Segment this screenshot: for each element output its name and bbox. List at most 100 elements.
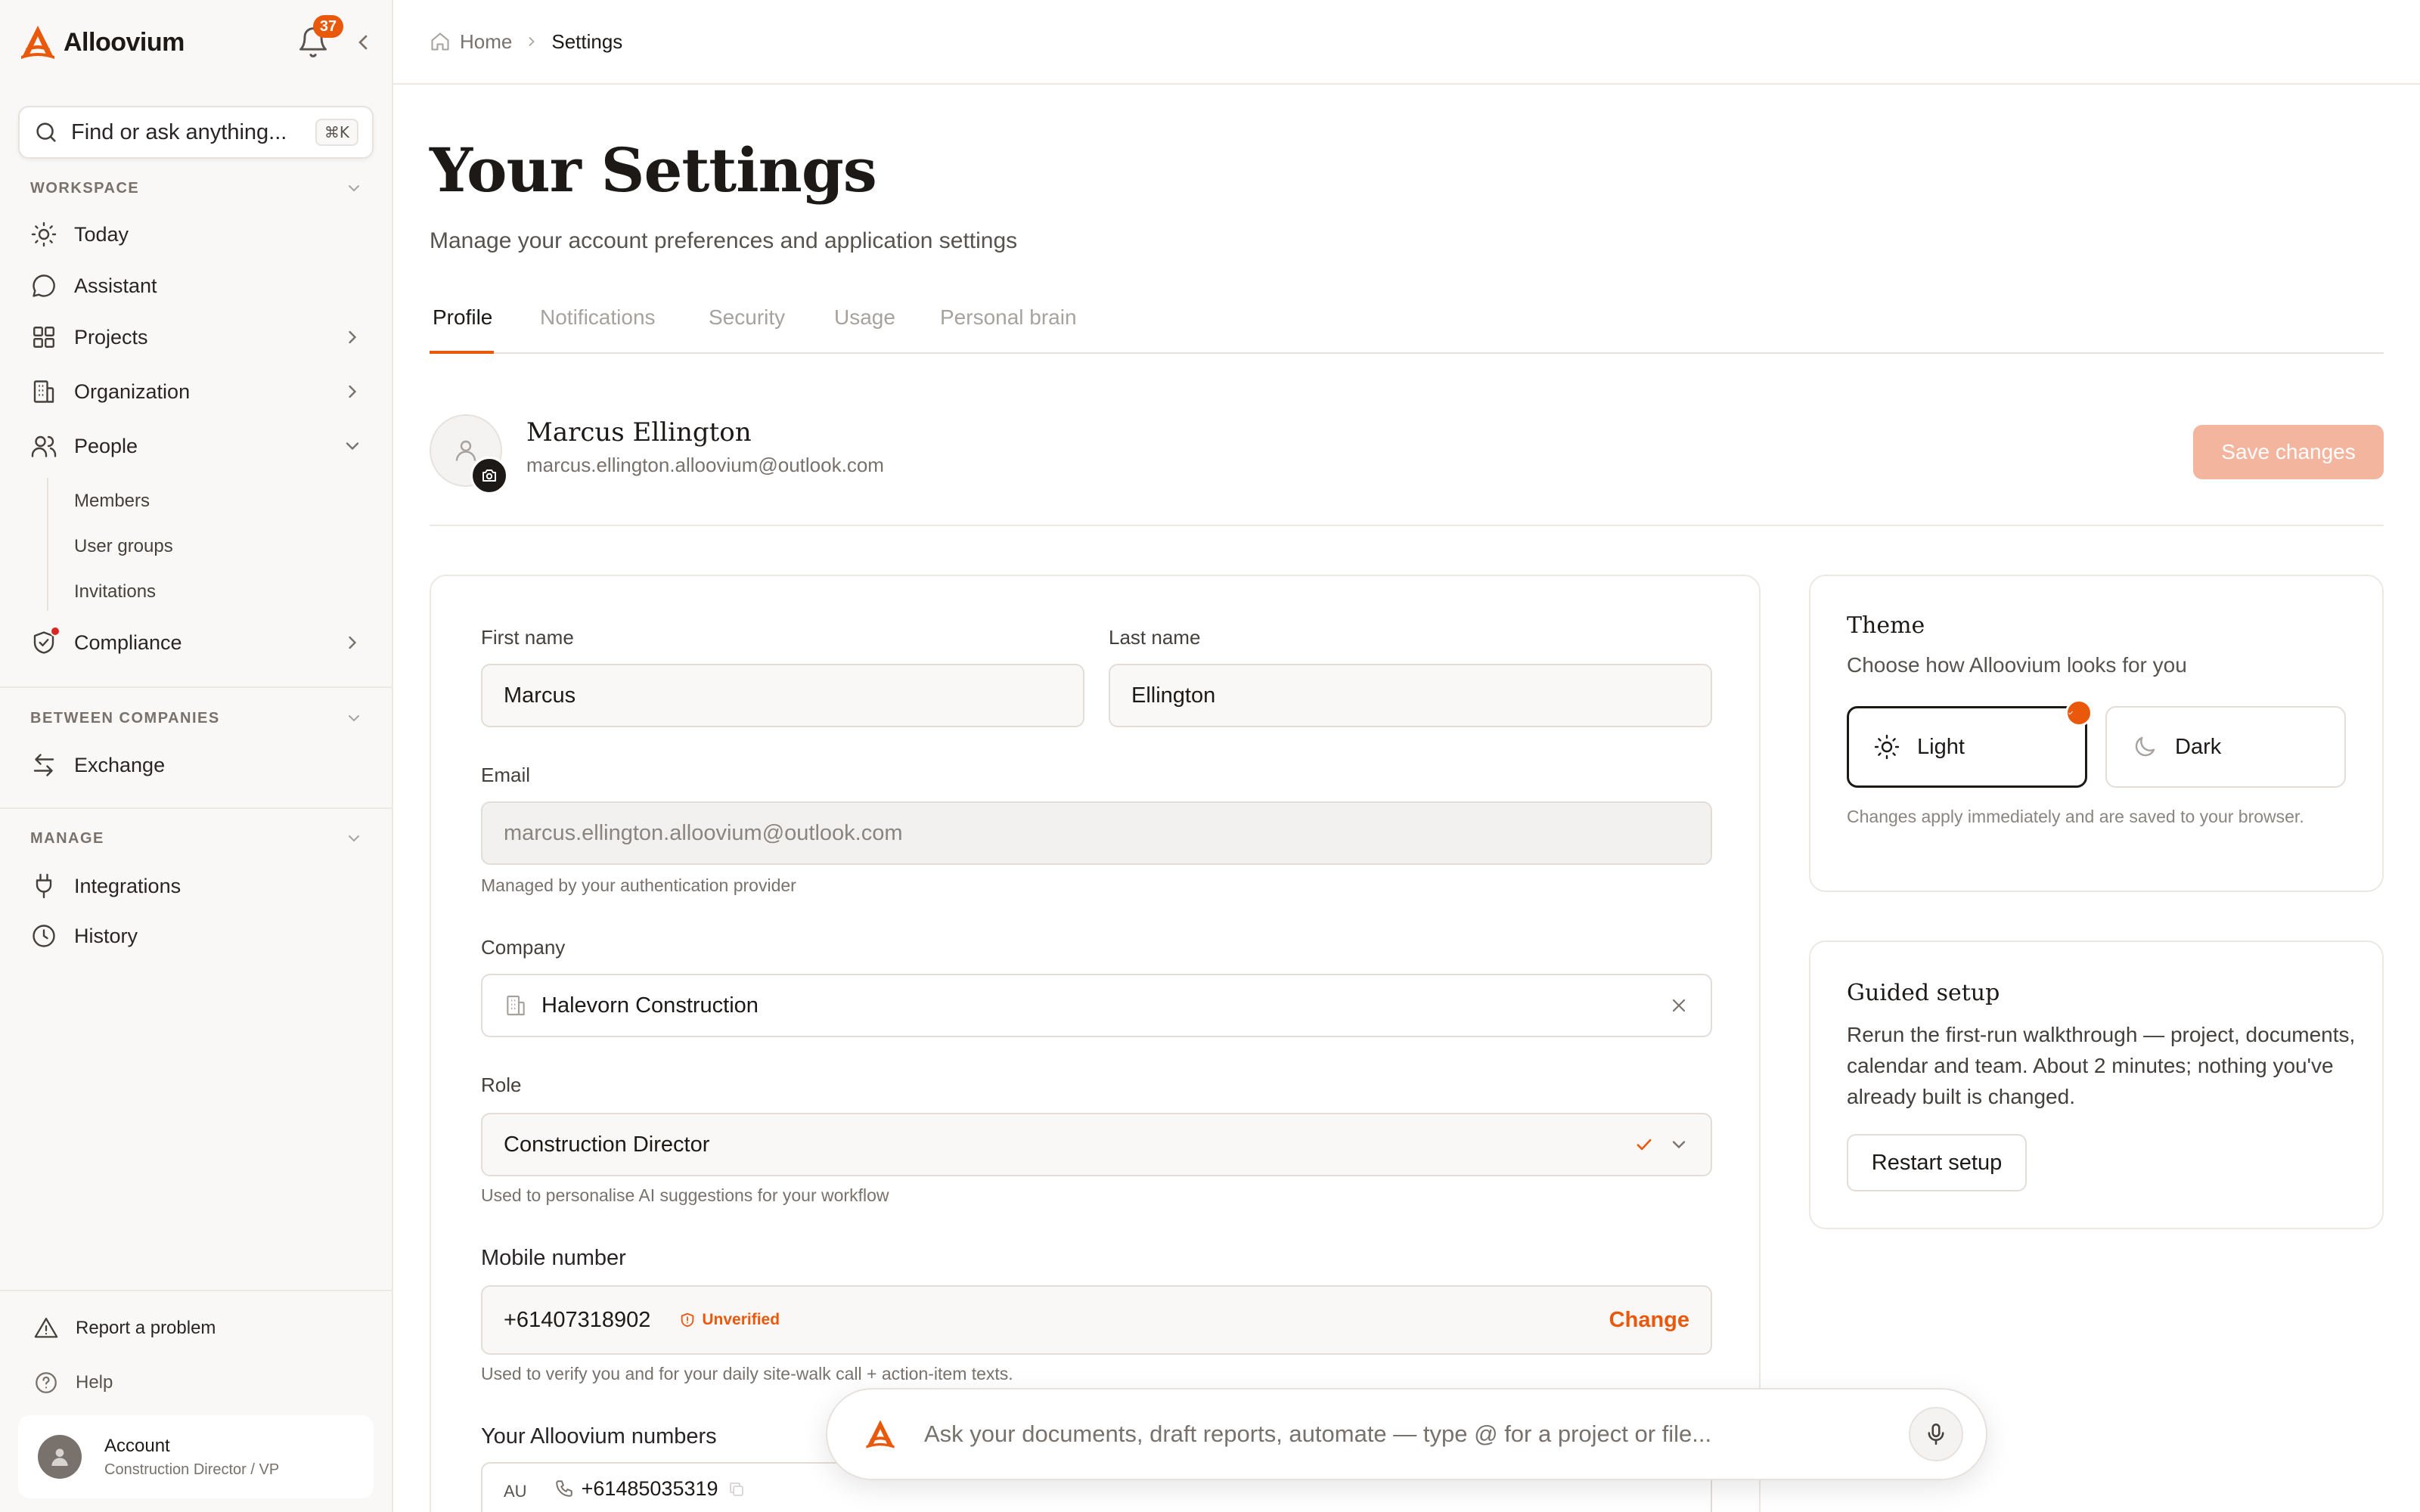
sidebar-item-projects[interactable]: Projects bbox=[30, 314, 363, 360]
tab-usage[interactable]: Usage bbox=[834, 305, 895, 354]
alert-dot bbox=[50, 626, 60, 637]
tab-profile[interactable]: Profile bbox=[430, 305, 495, 354]
search-placeholder: Find or ask anything... bbox=[71, 119, 287, 144]
check-icon bbox=[1637, 1139, 1652, 1151]
sidebar-item-assistant[interactable]: Assistant bbox=[30, 263, 363, 308]
first-name-field[interactable]: Marcus bbox=[481, 664, 1084, 727]
sidebar-subitem-members[interactable]: Members bbox=[74, 485, 150, 518]
email-value: marcus.ellington.alloovium@outlook.com bbox=[504, 820, 903, 845]
assistant-input-bar[interactable]: Ask your documents, draft reports, autom… bbox=[826, 1388, 1987, 1480]
sidebar-item-people[interactable]: People bbox=[30, 423, 363, 469]
sidebar-divider bbox=[0, 807, 392, 809]
company-field[interactable]: Halevorn Construction bbox=[481, 974, 1712, 1037]
section-workspace-label: WORKSPACE bbox=[30, 179, 140, 197]
theme-card: Theme Choose how Alloovium looks for you… bbox=[1809, 575, 2384, 892]
theme-dark-label: Dark bbox=[2175, 734, 2222, 759]
sidebar-item-compliance[interactable]: Compliance bbox=[30, 620, 363, 665]
sidebar-item-label: Integrations bbox=[74, 874, 182, 897]
sun-icon bbox=[1874, 734, 1900, 760]
clear-icon[interactable] bbox=[1668, 995, 1689, 1016]
profile-email: marcus.ellington.alloovium@outlook.com bbox=[526, 454, 884, 476]
role-select[interactable]: Construction Director bbox=[481, 1113, 1712, 1176]
microphone-button[interactable] bbox=[1909, 1407, 1963, 1461]
report-problem-link[interactable]: Report a problem bbox=[33, 1309, 216, 1347]
number-country: AU bbox=[504, 1482, 527, 1501]
theme-light-label: Light bbox=[1917, 734, 1965, 759]
search-shortcut: ⌘K bbox=[315, 119, 358, 146]
tab-security[interactable]: Security bbox=[709, 305, 785, 354]
chevron-down-icon bbox=[349, 715, 359, 722]
shield-check-icon bbox=[30, 626, 60, 656]
sidebar-item-label: People bbox=[74, 434, 138, 457]
page-subtitle: Manage your account preferences and appl… bbox=[430, 228, 1018, 253]
sidebar-subitem-invitations[interactable]: Invitations bbox=[74, 575, 156, 609]
tab-label: Security bbox=[709, 305, 786, 329]
notification-badge: 37 bbox=[313, 15, 343, 38]
section-manage[interactable]: MANAGE bbox=[30, 827, 363, 850]
warning-triangle-icon bbox=[34, 1318, 58, 1338]
profile-name: Marcus Ellington bbox=[526, 417, 752, 448]
brand[interactable]: Alloovium 37 bbox=[18, 15, 368, 65]
theme-subtitle: Choose how Alloovium looks for you bbox=[1847, 653, 2187, 677]
sidebar: Alloovium 37 Find or ask anything... ⌘K … bbox=[0, 0, 393, 1512]
copy-icon[interactable] bbox=[728, 1480, 746, 1498]
sidebar-search[interactable]: Find or ask anything... ⌘K bbox=[18, 106, 374, 159]
profile-form-card: First name Marcus Last name Ellington Em… bbox=[430, 575, 1761, 1512]
save-button[interactable]: Save changes bbox=[2193, 425, 2384, 479]
help-link[interactable]: Help bbox=[33, 1364, 113, 1402]
role-help-text: Used to personalise AI suggestions for y… bbox=[481, 1185, 889, 1205]
theme-note: Changes apply immediately and are saved … bbox=[1847, 807, 2304, 826]
grid-icon bbox=[33, 327, 54, 348]
sidebar-item-integrations[interactable]: Integrations bbox=[30, 863, 363, 909]
email-field: marcus.ellington.alloovium@outlook.com bbox=[481, 801, 1712, 865]
sidebar-item-label: Projects bbox=[74, 325, 148, 349]
section-between-companies[interactable]: BETWEEN COMPANIES bbox=[30, 707, 363, 730]
help-circle-icon bbox=[36, 1372, 57, 1393]
sidebar-item-label: Compliance bbox=[74, 631, 182, 654]
restart-setup-button[interactable]: Restart setup bbox=[1847, 1134, 2027, 1191]
theme-option-dark[interactable]: Dark bbox=[2105, 706, 2346, 788]
sidebar-item-label: History bbox=[74, 924, 138, 947]
tab-label: Notifications bbox=[540, 305, 656, 329]
breadcrumb-home[interactable]: Home bbox=[460, 30, 512, 54]
change-photo-button[interactable] bbox=[470, 457, 508, 494]
user-icon bbox=[455, 440, 476, 461]
sidebar-item-organization[interactable]: Organization bbox=[30, 369, 363, 414]
sidebar-item-label: Today bbox=[74, 222, 129, 246]
email-label: Email bbox=[481, 764, 531, 786]
microphone-icon bbox=[1928, 1423, 1944, 1445]
guided-setup-card: Guided setup Rerun the first-run walkthr… bbox=[1809, 940, 2384, 1229]
tab-label: Usage bbox=[834, 305, 895, 329]
guided-setup-description: Rerun the first-run walkthrough — projec… bbox=[1847, 1023, 2356, 1108]
tab-label: Profile bbox=[433, 305, 493, 329]
mobile-field[interactable]: +61407318902 Unverified Change bbox=[481, 1285, 1712, 1355]
sidebar-item-exchange[interactable]: Exchange bbox=[30, 742, 363, 788]
sun-icon bbox=[31, 222, 57, 247]
chevron-right-icon bbox=[349, 385, 357, 398]
sidebar-item-today[interactable]: Today bbox=[30, 212, 363, 257]
chevron-down-icon bbox=[349, 835, 359, 842]
tab-label: Personal brain bbox=[940, 305, 1077, 329]
building-icon bbox=[33, 380, 54, 403]
moon-icon bbox=[2135, 736, 2155, 757]
guided-setup-title: Guided setup bbox=[1847, 980, 2000, 1006]
selected-check-icon bbox=[2065, 699, 2093, 727]
breadcrumb: Home Settings bbox=[393, 0, 2420, 85]
alloovium-logo bbox=[18, 23, 57, 62]
last-name-field[interactable]: Ellington bbox=[1109, 664, 1712, 727]
theme-option-light[interactable]: Light bbox=[1847, 699, 2093, 788]
change-mobile-button[interactable]: Change bbox=[1609, 1308, 1689, 1333]
sidebar-item-history[interactable]: History bbox=[30, 913, 363, 959]
tab-personal-brain[interactable]: Personal brain bbox=[940, 305, 1077, 354]
unverified-label: Unverified bbox=[702, 1311, 780, 1328]
sidebar-subitem-user-groups[interactable]: User groups bbox=[74, 530, 173, 563]
section-workspace[interactable]: WORKSPACE bbox=[30, 177, 363, 200]
chevron-down-icon bbox=[346, 442, 359, 451]
brand-name: Alloovium bbox=[64, 27, 185, 57]
first-name-value: Marcus bbox=[504, 683, 576, 708]
section-manage-label: MANAGE bbox=[30, 829, 104, 847]
profile-header: Marcus Ellington marcus.ellington.alloov… bbox=[430, 414, 2384, 526]
account-menu[interactable]: Account Construction Director / VP bbox=[18, 1415, 374, 1498]
first-name-label: First name bbox=[481, 626, 574, 649]
tab-notifications[interactable]: Notifications bbox=[540, 305, 656, 354]
